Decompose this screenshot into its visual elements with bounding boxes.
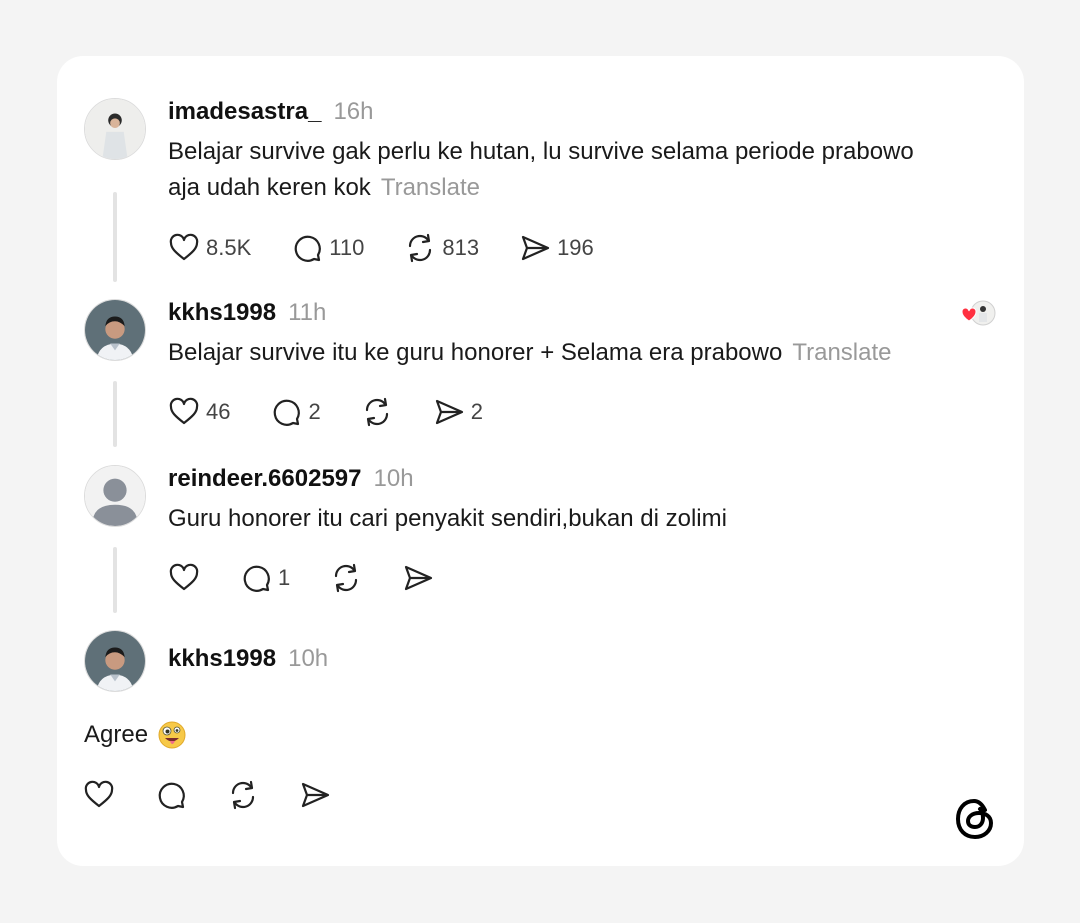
comment-icon <box>274 399 301 426</box>
heart-icon <box>169 397 199 425</box>
like-button[interactable] <box>168 561 200 595</box>
comment-icon <box>294 235 322 262</box>
repost-button[interactable]: 813 <box>404 231 479 265</box>
timestamp: 10h <box>288 645 329 672</box>
post-actions <box>83 778 371 812</box>
post-actions: 1 <box>168 561 474 595</box>
like-button[interactable]: 8.5K <box>168 231 251 265</box>
send-icon <box>521 235 550 261</box>
post-actions: 8.5K 110 813 196 <box>168 231 634 265</box>
threads-logo-icon <box>952 796 998 842</box>
share-button[interactable]: 196 <box>519 231 594 265</box>
like-count: 46 <box>206 399 231 424</box>
liked-by-avatar <box>961 300 996 326</box>
comment-icon <box>243 565 270 592</box>
avatar[interactable] <box>84 465 146 527</box>
translate-link[interactable]: Translate <box>792 339 891 366</box>
post-actions: 46 2 2 <box>168 395 523 429</box>
username[interactable]: reindeer.6602597 <box>168 465 362 493</box>
timestamp: 11h <box>288 299 327 326</box>
timestamp: 16h <box>333 98 374 125</box>
post-header: imadesastra_ 16h <box>168 98 373 132</box>
avatar[interactable] <box>84 630 146 692</box>
avatar[interactable] <box>84 98 146 160</box>
default-avatar-icon <box>85 466 145 526</box>
post-header: kkhs1998 11h <box>168 299 326 333</box>
like-count: 8.5K <box>206 235 252 260</box>
share-button[interactable] <box>402 561 434 595</box>
reply-button[interactable]: 110 <box>291 231 364 265</box>
username[interactable]: kkhs1998 <box>168 645 276 673</box>
post-text-line: Belajar survive gak perlu ke hutan, lu s… <box>168 138 914 165</box>
avatar-photo <box>85 99 145 159</box>
avatar[interactable] <box>84 299 146 361</box>
reply-count: 1 <box>278 565 291 590</box>
thread-line <box>113 547 117 613</box>
share-button[interactable]: 2 <box>433 395 483 429</box>
comment-icon <box>158 782 185 809</box>
share-button[interactable] <box>299 778 331 812</box>
heart-icon <box>169 233 199 261</box>
repost-icon <box>409 233 432 263</box>
reply-count: 110 <box>329 235 365 260</box>
repost-button[interactable] <box>361 395 393 429</box>
zany-face-emoji <box>158 721 186 749</box>
liked-by-author-indicator <box>961 299 997 329</box>
post-text: Agree <box>84 718 186 752</box>
thread-card: imadesastra_ 16h Belajar survive gak per… <box>57 56 1024 866</box>
send-icon <box>435 399 463 425</box>
username[interactable]: imadesastra_ <box>168 98 321 126</box>
post-text-line: aja udah keren kok <box>168 174 371 201</box>
post-header: reindeer.6602597 10h <box>168 465 414 499</box>
post-text-line: Agree <box>84 721 149 748</box>
reply-button[interactable] <box>155 778 187 812</box>
repost-icon <box>231 780 255 810</box>
share-count: 196 <box>557 235 594 260</box>
repost-icon <box>335 563 358 593</box>
heart-icon <box>169 563 199 591</box>
reply-count: 2 <box>308 399 321 424</box>
avatar-photo <box>85 631 145 691</box>
post-text: Guru honorer itu cari penyakit sendiri,b… <box>168 505 727 532</box>
translate-link[interactable]: Translate <box>381 174 480 201</box>
send-icon <box>301 782 330 808</box>
reply-button[interactable]: 1 <box>240 561 290 595</box>
repost-icon <box>365 397 388 427</box>
repost-button[interactable] <box>227 778 259 812</box>
post-header: kkhs1998 10h <box>168 645 328 679</box>
reply-button[interactable]: 2 <box>270 395 321 429</box>
thread-line <box>113 381 117 447</box>
share-count: 2 <box>470 399 483 424</box>
repost-count: 813 <box>442 235 480 260</box>
thread-line <box>113 192 117 282</box>
heart-icon <box>84 780 114 808</box>
zany-face-icon <box>158 721 186 749</box>
post-text: Belajar survive gak perlu ke hutan, lu s… <box>168 134 998 206</box>
like-button[interactable] <box>83 778 115 812</box>
username[interactable]: kkhs1998 <box>168 299 276 327</box>
post-text: Belajar survive itu ke guru honorer + Se… <box>168 335 998 371</box>
send-icon <box>405 565 433 591</box>
like-button[interactable]: 46 <box>168 395 230 429</box>
repost-button[interactable] <box>330 561 362 595</box>
post-text-line: Belajar survive itu ke guru honorer + Se… <box>168 339 783 366</box>
timestamp: 10h <box>373 465 414 492</box>
avatar-photo <box>85 300 145 360</box>
